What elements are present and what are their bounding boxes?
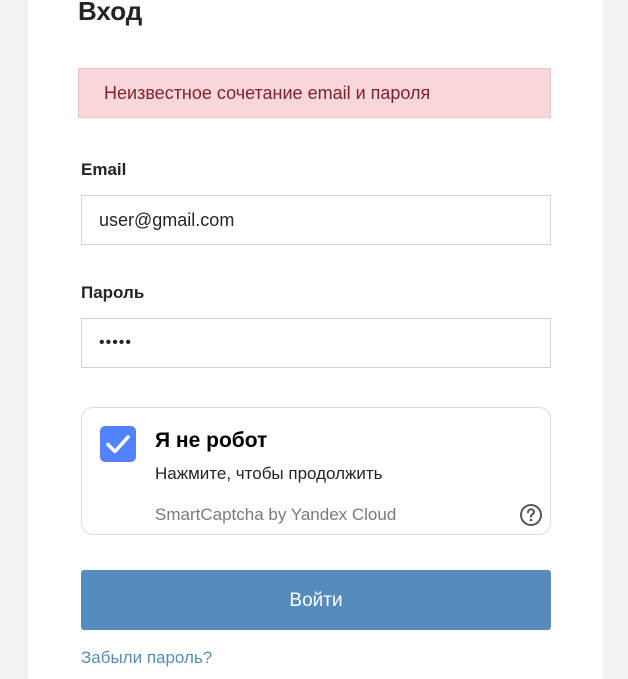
captcha-brand: SmartCaptcha by Yandex Cloud	[155, 505, 397, 524]
smartcaptcha-widget: Я не робот Нажмите, чтобы продолжить Sma…	[81, 407, 551, 535]
login-button[interactable]: Войти	[81, 570, 551, 630]
question-circle-icon[interactable]	[519, 503, 543, 527]
email-field[interactable]: user@gmail.com	[81, 195, 551, 245]
email-label: Email	[81, 160, 127, 179]
captcha-checkbox[interactable]	[100, 426, 136, 462]
page-title: Вход	[78, 0, 143, 26]
captcha-title: Я не робот	[155, 429, 268, 452]
check-icon	[106, 435, 130, 454]
password-field[interactable]: •••••	[81, 318, 551, 368]
captcha-subtitle: Нажмите, чтобы продолжить	[155, 464, 383, 483]
error-alert: Неизвестное сочетание email и пароля	[78, 68, 551, 118]
password-label: Пароль	[81, 283, 145, 302]
forgot-password-link[interactable]: Забыли пароль?	[81, 648, 212, 668]
